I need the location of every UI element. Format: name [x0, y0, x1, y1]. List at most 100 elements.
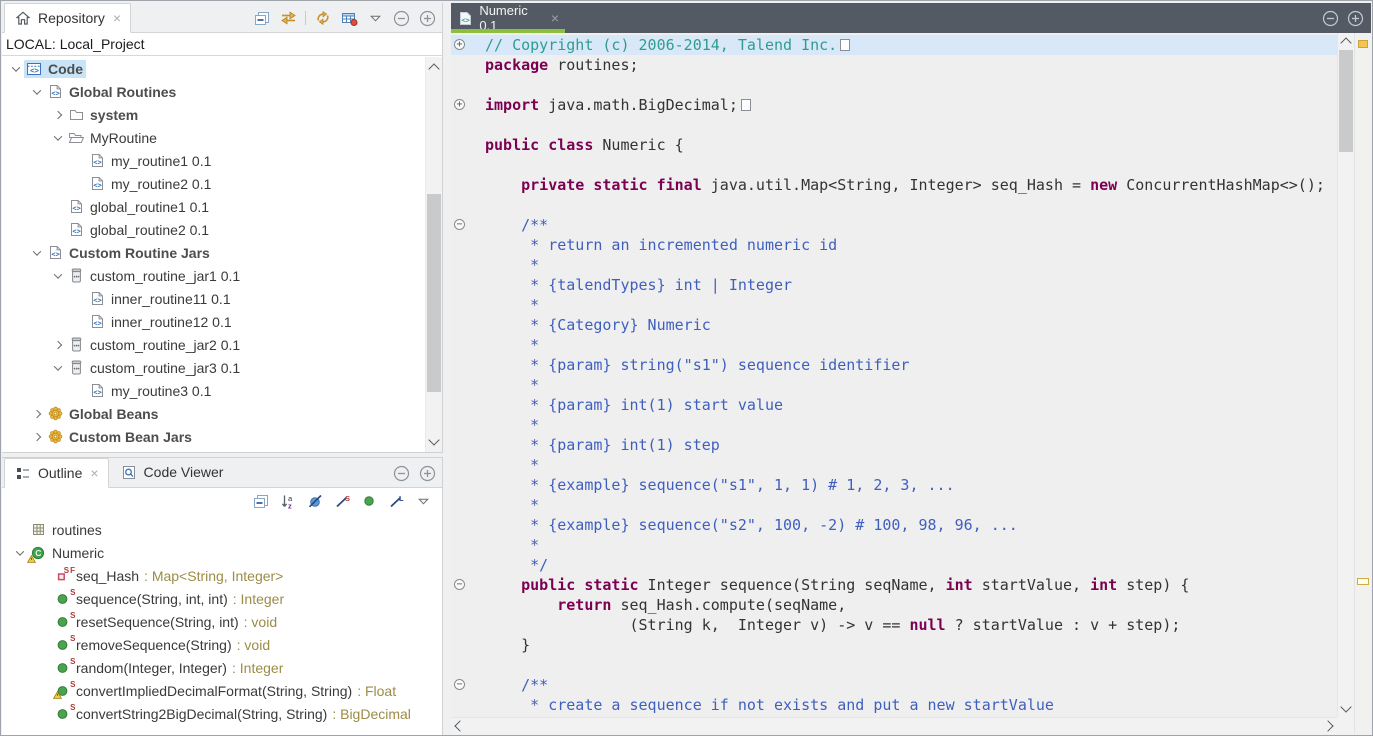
tab-repository[interactable]: Repository × [4, 3, 131, 33]
tree-item-convertimplieddecimalformat-string-string[interactable]: SconvertImpliedDecimalFormat(String, Str… [2, 679, 442, 702]
code-line[interactable]: * {param} int(1) step [451, 435, 1337, 455]
code-line[interactable] [451, 115, 1337, 135]
hide-local-types-button[interactable]: L [387, 492, 405, 510]
code-line[interactable]: * [451, 255, 1337, 275]
sort-alphabetically-button[interactable]: az [279, 492, 297, 510]
tree-item-code[interactable]: <>Code [2, 57, 442, 80]
tree-item-global-routine2-0-1[interactable]: <>global_routine2 0.1 [2, 218, 442, 241]
refresh-button[interactable] [314, 9, 332, 27]
tree-item-system[interactable]: system [2, 103, 442, 126]
code-line[interactable]: − public static Integer sequence(String … [451, 575, 1337, 595]
code-line[interactable]: * [451, 455, 1337, 475]
code-line[interactable]: * {Category} Numeric [451, 315, 1337, 335]
code-line[interactable]: * {talendTypes} int | Integer [451, 275, 1337, 295]
tree-item-custom-bean-jars[interactable]: Custom Bean Jars [2, 425, 442, 448]
code-line[interactable]: */ [451, 555, 1337, 575]
tree-item-global-beans[interactable]: Global Beans [2, 402, 442, 425]
tree-item-custom-routine-jar3-0-1[interactable]: custom_routine_jar3 0.1 [2, 356, 442, 379]
scroll-right-icon[interactable] [1322, 720, 1333, 731]
code-line[interactable]: * {example} sequence("s2", 100, -2) # 10… [451, 515, 1337, 535]
tree-item-global-routine1-0-1[interactable]: <>global_routine1 0.1 [2, 195, 442, 218]
tree-item-inner-routine12-0-1[interactable]: <>inner_routine12 0.1 [2, 310, 442, 333]
tab-code-viewer[interactable]: Code Viewer [111, 457, 233, 487]
tree-item-my-routine1-0-1[interactable]: <>my_routine1 0.1 [2, 149, 442, 172]
code-line[interactable]: package routines; [451, 55, 1337, 75]
code-line[interactable]: * [451, 415, 1337, 435]
tree-item-custom-routine-jar2-0-1[interactable]: custom_routine_jar2 0.1 [2, 333, 442, 356]
fold-expand-icon[interactable]: + [454, 99, 465, 110]
hide-fields-button[interactable] [306, 492, 324, 510]
expand-chevron[interactable] [29, 434, 45, 440]
tree-item-my-routine2-0-1[interactable]: <>my_routine2 0.1 [2, 172, 442, 195]
maximize-button[interactable] [1346, 9, 1364, 27]
hide-static-members-button[interactable]: S [333, 492, 351, 510]
tree-item-myroutine[interactable]: MyRoutine [2, 126, 442, 149]
code-line[interactable]: * [451, 535, 1337, 555]
code-line[interactable]: public class Numeric { [451, 135, 1337, 155]
scroll-up-icon[interactable] [428, 63, 439, 74]
code-line[interactable]: (String k, Integer v) -> v == null ? sta… [451, 615, 1337, 635]
scroll-down-icon[interactable] [1340, 701, 1351, 712]
code-line[interactable] [451, 75, 1337, 95]
expand-chevron[interactable] [50, 342, 66, 348]
code-line[interactable]: +import java.math.BigDecimal; [451, 95, 1337, 115]
code-editor[interactable]: +// Copyright (c) 2006-2014, Talend Inc.… [451, 33, 1337, 717]
tree-item-random-integer-integer[interactable]: Srandom(Integer, Integer) : Integer [2, 656, 442, 679]
fold-expand-icon[interactable]: + [454, 39, 465, 50]
close-icon[interactable]: × [90, 465, 98, 481]
expand-chevron[interactable] [50, 365, 66, 371]
close-icon[interactable]: × [551, 10, 559, 26]
code-line[interactable]: } [451, 635, 1337, 655]
code-line[interactable]: * create a sequence if not exists and pu… [451, 695, 1337, 715]
expand-chevron[interactable] [50, 273, 66, 279]
switch-project-button[interactable] [279, 9, 297, 27]
fold-collapse-icon[interactable]: − [454, 579, 465, 590]
code-line[interactable]: return seq_Hash.compute(seqName, [451, 595, 1337, 615]
editor-horizontal-scrollbar[interactable] [451, 717, 1337, 734]
tree-item-routines[interactable]: routines [2, 518, 442, 541]
maximize-button[interactable] [418, 464, 436, 482]
code-line[interactable] [451, 655, 1337, 675]
code-line[interactable]: private static final java.util.Map<Strin… [451, 175, 1337, 195]
annotation-marker[interactable] [1357, 578, 1369, 585]
expand-chevron[interactable] [50, 112, 66, 118]
view-menu-button[interactable] [366, 9, 384, 27]
expand-chevron[interactable] [50, 135, 66, 141]
collapse-all-button[interactable] [253, 9, 271, 27]
code-line[interactable] [451, 155, 1337, 175]
filter-table-button[interactable] [340, 9, 358, 27]
tree-item-resetsequence-string-int[interactable]: SresetSequence(String, int) : void [2, 610, 442, 633]
expand-chevron[interactable] [29, 250, 45, 256]
close-icon[interactable]: × [113, 10, 121, 26]
fold-collapse-icon[interactable]: − [454, 219, 465, 230]
code-line[interactable]: − /** [451, 215, 1337, 235]
minimize-button[interactable] [392, 464, 410, 482]
tree-item-custom-routine-jar1-0-1[interactable]: custom_routine_jar1 0.1 [2, 264, 442, 287]
expand-chevron[interactable] [8, 66, 24, 72]
tree-item-my-routine3-0-1[interactable]: <>my_routine3 0.1 [2, 379, 442, 402]
code-line[interactable]: +// Copyright (c) 2006-2014, Talend Inc. [451, 35, 1337, 55]
folded-region-marker[interactable] [840, 39, 850, 51]
fold-collapse-icon[interactable]: − [454, 679, 465, 690]
tree-item-seq-hash[interactable]: SFseq_Hash : Map<String, Integer> [2, 564, 442, 587]
view-menu-button[interactable] [414, 492, 432, 510]
tab-outline[interactable]: Outline × [4, 458, 109, 488]
code-line[interactable]: − /** [451, 675, 1337, 695]
annotation-marker[interactable] [1358, 40, 1368, 48]
expand-chevron[interactable] [29, 411, 45, 417]
hide-non-public-button[interactable] [360, 492, 378, 510]
tree-item-custom-routine-jars[interactable]: <>Custom Routine Jars [2, 241, 442, 264]
tree-item-global-routines[interactable]: <>Global Routines [2, 80, 442, 103]
scroll-left-icon[interactable] [454, 720, 465, 731]
tree-item-numeric[interactable]: CNumeric [2, 541, 442, 564]
code-line[interactable]: * {param} int(1) start value [451, 395, 1337, 415]
folded-region-marker[interactable] [741, 99, 751, 111]
minimize-button[interactable] [1321, 9, 1339, 27]
code-line[interactable]: * return an incremented numeric id [451, 235, 1337, 255]
repository-scrollbar[interactable] [425, 57, 442, 452]
code-line[interactable]: * [451, 495, 1337, 515]
minimize-button[interactable] [392, 9, 410, 27]
code-line[interactable]: * {param} string("s1") sequence identifi… [451, 355, 1337, 375]
outline-tree[interactable]: routinesCNumericSFseq_Hash : Map<String,… [2, 518, 442, 736]
collapse-all-button[interactable] [252, 492, 270, 510]
